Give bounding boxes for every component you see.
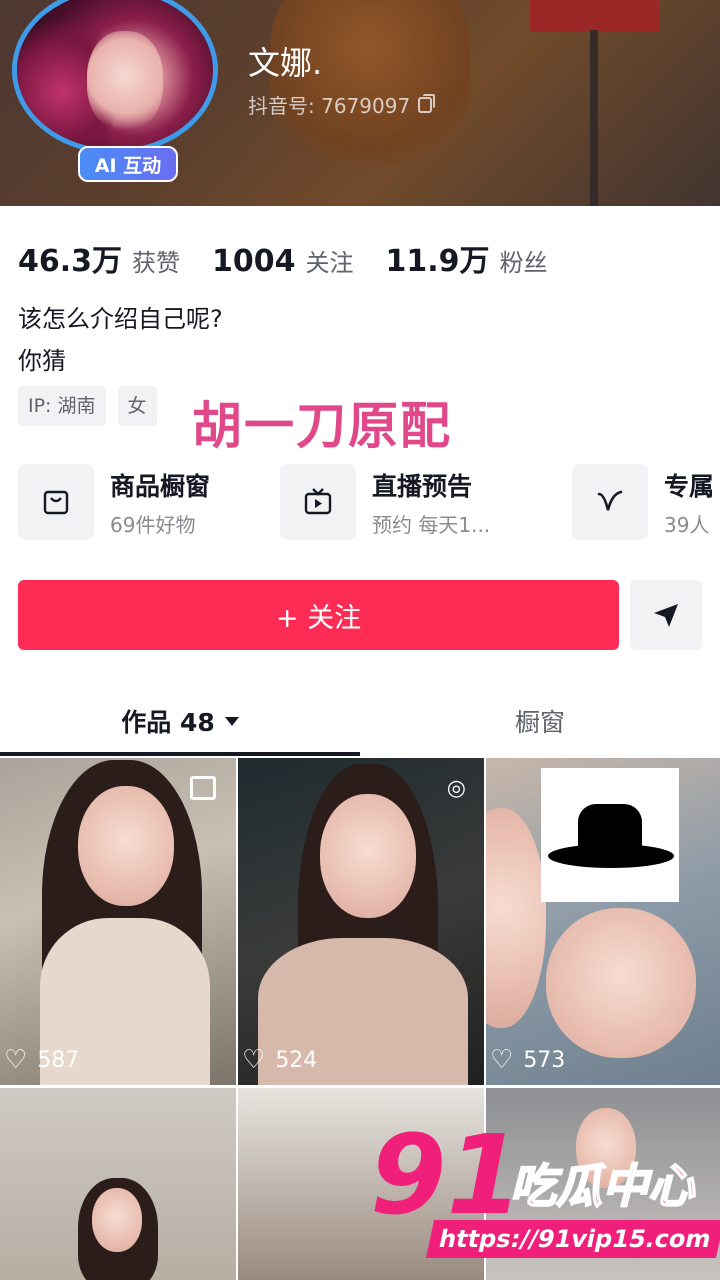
share-button[interactable]: [630, 580, 702, 650]
video-person-face: [78, 786, 174, 906]
bio-line: 你猜: [18, 347, 66, 375]
video-thumbnail[interactable]: ♡ 573: [486, 758, 720, 1085]
service-shop-window[interactable]: 商品橱窗 69件好物: [18, 464, 210, 540]
avatar-face: [87, 31, 163, 131]
copy-icon[interactable]: [418, 93, 436, 113]
profile-header: AI 互动 文娜. 抖音号: 7679097: [0, 0, 720, 206]
bio-line: 该怎么介绍自己呢?: [18, 305, 223, 333]
likes-count[interactable]: 46.3万: [18, 236, 122, 280]
profile-tags: IP: 湖南 女: [18, 386, 157, 426]
profile-card: 46.3万 获赞 1004 关注 11.9万 粉丝 该怎么介绍自己呢? 你猜 I…: [0, 206, 720, 756]
stats-row: 46.3万 获赞 1004 关注 11.9万 粉丝: [18, 236, 570, 280]
video-child-face: [546, 908, 696, 1058]
douyin-id-row[interactable]: 抖音号: 7679097: [248, 90, 436, 119]
video-thumbnail[interactable]: [0, 1088, 236, 1280]
following-count[interactable]: 1004: [212, 244, 296, 279]
following-label: 关注: [305, 249, 354, 277]
service-title: 直播预告: [372, 471, 473, 501]
followers-label: 粉丝: [499, 249, 548, 277]
service-subtitle: 39人: [664, 512, 710, 537]
like-count-value: 524: [275, 1047, 318, 1073]
watermark-url: https://91vip15.com: [425, 1220, 720, 1258]
video-person-face: [486, 808, 546, 1028]
video-thumbnail[interactable]: ◎ ♡ 524: [238, 758, 484, 1085]
video-person-face: [92, 1188, 142, 1252]
service-exclusive[interactable]: 专属 39人: [572, 464, 714, 540]
service-subtitle: 预约 每天1...: [372, 512, 491, 537]
services-row: 商品橱窗 69件好物 直播预告 预约 每天1... 专属 39人: [18, 464, 720, 544]
avatar-image: [12, 0, 218, 154]
like-count: ♡ 587: [0, 1047, 79, 1073]
tab-underline: [0, 752, 360, 756]
caret-down-icon: [224, 716, 239, 726]
service-live-preview[interactable]: 直播预告 预约 每天1...: [280, 464, 490, 540]
watermark-text: 吃瓜中心: [509, 1158, 695, 1214]
douyin-id: 抖音号: 7679097: [248, 94, 411, 118]
profile-nickname: 文娜.: [248, 44, 323, 82]
service-title: 商品橱窗: [110, 471, 211, 501]
site-watermark: 91 吃瓜中心 https://91vip15.com: [370, 1120, 720, 1270]
tab-shop-window[interactable]: 橱窗: [360, 690, 720, 752]
multi-image-icon: [190, 776, 216, 800]
ip-location-tag: IP: 湖南: [18, 386, 106, 426]
content-tabs: 作品 48 橱窗: [0, 690, 720, 756]
live-ring-icon: ◎: [446, 776, 466, 801]
send-icon: [654, 604, 678, 627]
overlay-caption: 胡一刀原配: [192, 397, 452, 455]
heart-icon: ♡: [490, 1045, 514, 1075]
avatar[interactable]: AI 互动: [10, 0, 228, 182]
follow-button[interactable]: + 关注: [18, 580, 619, 650]
likes-label: 获赞: [132, 249, 181, 277]
ai-interaction-badge[interactable]: AI 互动: [78, 146, 178, 182]
service-subtitle: 69件好物: [110, 512, 196, 537]
bio: 该怎么介绍自己呢? 你猜: [18, 298, 223, 382]
tv-icon: [280, 464, 356, 540]
like-count-value: 587: [37, 1047, 80, 1073]
like-count-value: 573: [523, 1047, 566, 1073]
video-person-face: [320, 794, 416, 918]
hat-brim: [548, 844, 674, 868]
followers-count[interactable]: 11.9万: [386, 236, 490, 280]
like-count: ♡ 524: [238, 1047, 317, 1073]
video-thumbnail[interactable]: ♡ 587: [0, 758, 236, 1085]
heart-icon: ♡: [242, 1045, 266, 1075]
v-badge-icon: [572, 464, 648, 540]
tab-works-label: 作品 48: [121, 708, 215, 737]
gender-tag: 女: [117, 386, 157, 426]
watermark-number: 91: [370, 1111, 524, 1239]
heart-icon: ♡: [4, 1045, 28, 1075]
bag-icon: [18, 464, 94, 540]
service-title: 专属: [664, 471, 715, 501]
like-count: ♡ 573: [486, 1047, 565, 1073]
hat-sticker: [541, 768, 679, 902]
tab-works[interactable]: 作品 48: [0, 690, 360, 752]
